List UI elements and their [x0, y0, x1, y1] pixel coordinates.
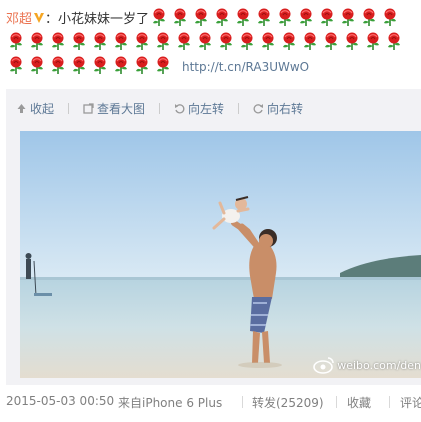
- rotate-right-icon: [253, 103, 264, 113]
- rose-emoji-icon: [48, 55, 68, 75]
- post-body-text: 小花妹妹一岁了: [58, 12, 150, 27]
- rose-emoji-icon: [279, 31, 299, 51]
- post-text: 邓超 ：小花妹妹一岁了 http://t.cn/RA3UWwO: [6, 7, 418, 79]
- rose-emoji-icon: [90, 31, 110, 51]
- collapse-label: 收起: [30, 101, 55, 116]
- collapse-arrow-icon: [17, 103, 26, 113]
- rose-emoji-icon: [258, 31, 278, 51]
- rotate-left-label: 向左转: [188, 101, 225, 116]
- media-box: 收起 查看大图 向左转 向右转 weibo.com/den: [6, 89, 421, 385]
- toolbar-divider: [238, 102, 240, 114]
- rose-emoji-icon: [338, 7, 358, 27]
- rose-emoji-icon: [275, 7, 295, 27]
- rotate-left-button[interactable]: 向左转: [174, 100, 224, 117]
- media-toolbar: 收起 查看大图 向左转 向右转: [6, 89, 421, 127]
- beach-photo-image: [20, 131, 421, 378]
- rose-emoji-icon: [254, 7, 274, 27]
- rose-emoji-icon: [191, 7, 211, 27]
- rose-emoji-icon: [90, 55, 110, 75]
- rose-emoji-icon: [363, 31, 383, 51]
- rose-emoji-icon: [342, 31, 362, 51]
- rose-emoji-icon: [317, 7, 337, 27]
- rose-emoji-icon: [149, 7, 169, 27]
- toolbar-divider: [68, 102, 70, 114]
- rose-emoji-icon: [153, 55, 173, 75]
- rose-emoji-icon: [170, 7, 190, 27]
- view-large-label: 查看大图: [97, 101, 146, 116]
- watermark-text: weibo.com/den: [337, 358, 421, 372]
- footer-divider: [242, 396, 243, 408]
- rose-emoji-icon: [321, 31, 341, 51]
- rose-emoji-icon: [6, 55, 26, 75]
- rose-emoji-icon: [195, 31, 215, 51]
- rose-emoji-icon: [237, 31, 257, 51]
- weibo-logo-icon: [313, 357, 334, 374]
- favorite-button[interactable]: 收藏: [347, 394, 371, 411]
- toolbar-divider: [159, 102, 161, 114]
- rose-emoji-icon: [174, 31, 194, 51]
- rose-emoji-icon: [212, 7, 232, 27]
- rose-emoji-icon: [27, 55, 47, 75]
- footer-divider: [336, 396, 337, 408]
- rose-emoji-icon: [132, 31, 152, 51]
- rose-emoji-icon: [300, 31, 320, 51]
- post-colon: ：: [45, 12, 59, 27]
- author-name-link[interactable]: 邓超: [6, 12, 32, 27]
- weibo-watermark: weibo.com/den: [313, 356, 421, 374]
- post-photo[interactable]: weibo.com/den: [20, 131, 421, 378]
- verified-badge-icon: [33, 10, 45, 23]
- rose-emoji-icon: [69, 31, 89, 51]
- rose-emoji-icon: [27, 31, 47, 51]
- rose-emoji-icon: [153, 31, 173, 51]
- rose-emoji-icon: [69, 55, 89, 75]
- rotate-left-icon: [175, 103, 185, 113]
- post-footer: 2015-05-03 00:50 来自iPhone 6 Plus 转发(2520…: [6, 394, 421, 412]
- view-large-button[interactable]: 查看大图: [83, 100, 145, 117]
- rose-emoji-icon: [48, 31, 68, 51]
- rotate-right-label: 向右转: [267, 101, 304, 116]
- rose-emoji-icon: [380, 7, 400, 27]
- rotate-right-button[interactable]: 向右转: [253, 100, 303, 117]
- rose-emoji-icon: [6, 31, 26, 51]
- comment-button[interactable]: 评论: [400, 394, 421, 411]
- post-timestamp[interactable]: 2015-05-03 00:50: [6, 394, 114, 408]
- repost-button[interactable]: 转发(25209): [252, 394, 324, 411]
- rose-emoji-icon: [132, 55, 152, 75]
- collapse-button[interactable]: 收起: [16, 100, 54, 117]
- rose-emoji-icon: [233, 7, 253, 27]
- rose-emoji-icon: [111, 55, 131, 75]
- rose-emoji-icon: [111, 31, 131, 51]
- rose-emoji-icon: [384, 31, 404, 51]
- rose-emoji-icon: [216, 31, 236, 51]
- rose-emoji-icon: [296, 7, 316, 27]
- footer-divider: [389, 396, 390, 408]
- post-source[interactable]: 来自iPhone 6 Plus: [118, 394, 222, 411]
- view-large-icon: [83, 102, 94, 114]
- short-url-link[interactable]: http://t.cn/RA3UWwO: [182, 60, 309, 74]
- rose-emoji-icon: [359, 7, 379, 27]
